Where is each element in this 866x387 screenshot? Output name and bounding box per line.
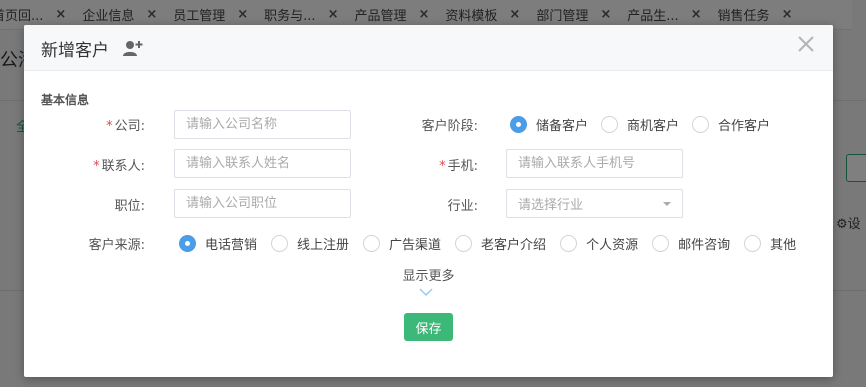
section-title: 基本信息 (41, 93, 90, 107)
industry-label: 行业: (447, 199, 478, 214)
show-more-link[interactable]: 显示更多 (24, 265, 833, 284)
radio-label: 商机客户 (627, 119, 680, 134)
add-customer-dialog: 新增客户 基本信息 *公司: 客户阶段: 储备客户 商机客户 合作客户 *联系人… (24, 25, 833, 377)
source-option-telemarketing[interactable]: 电话营销 (179, 234, 257, 253)
save-button[interactable]: 保存 (404, 313, 453, 341)
source-option-ad-channel[interactable]: 广告渠道 (363, 234, 441, 253)
stage-label: 客户阶段: (421, 119, 478, 134)
source-label: 客户来源: (88, 238, 145, 253)
source-option-referral[interactable]: 老客户介绍 (455, 234, 546, 253)
add-user-icon (123, 41, 143, 56)
company-label: * 公司: (106, 115, 145, 134)
source-radio-group: 电话营销 线上注册 广告渠道 老客户介绍 个人资源 邮件咨询 其他 (179, 234, 796, 253)
radio-dot (692, 116, 710, 133)
industry-select[interactable]: 请选择行业 (506, 189, 683, 218)
radio-dot (455, 235, 473, 252)
radio-label: 其他 (770, 238, 797, 253)
contact-label: * 联系人: (93, 155, 145, 174)
stage-radio-group: 储备客户 商机客户 合作客户 (510, 115, 770, 134)
position-label: 职位: (114, 199, 145, 214)
contact-label-text: 联系人: (101, 159, 145, 174)
phone-input[interactable] (506, 149, 683, 178)
radio-dot (560, 235, 578, 252)
stage-option-partner[interactable]: 合作客户 (692, 115, 770, 134)
chevron-down-icon (663, 201, 671, 206)
radio-label: 合作客户 (718, 119, 771, 134)
source-option-email[interactable]: 邮件咨询 (652, 234, 730, 253)
company-input[interactable] (174, 110, 351, 139)
radio-label: 线上注册 (297, 238, 350, 253)
source-option-online-registration[interactable]: 线上注册 (271, 234, 349, 253)
required-mark: * (93, 159, 100, 174)
radio-dot (510, 116, 527, 133)
radio-label: 储备客户 (536, 119, 589, 134)
required-mark: * (106, 119, 113, 134)
dialog-title: 新增客户 (41, 41, 109, 61)
radio-dot (363, 235, 381, 252)
radio-dot (271, 235, 289, 252)
phone-label-text: 手机: (447, 159, 478, 174)
radio-dot (652, 235, 670, 252)
phone-label: * 手机: (439, 155, 478, 174)
contact-name-input[interactable] (174, 149, 351, 178)
required-mark: * (439, 159, 446, 174)
source-option-other[interactable]: 其他 (744, 234, 796, 253)
radio-dot (601, 116, 619, 133)
stage-option-reserve[interactable]: 储备客户 (510, 115, 588, 134)
radio-dot (744, 235, 762, 252)
industry-placeholder: 请选择行业 (518, 198, 584, 213)
position-input[interactable] (174, 189, 351, 218)
radio-dot (179, 235, 196, 252)
radio-label: 邮件咨询 (678, 238, 731, 253)
radio-label: 个人资源 (586, 238, 639, 253)
stage-option-opportunity[interactable]: 商机客户 (601, 115, 679, 134)
radio-label: 广告渠道 (389, 238, 442, 253)
radio-label: 电话营销 (205, 238, 258, 253)
source-option-personal[interactable]: 个人资源 (560, 234, 638, 253)
close-icon[interactable] (796, 34, 816, 54)
radio-label: 老客户介绍 (481, 238, 547, 253)
company-label-text: 公司: (114, 119, 145, 134)
chevron-down-icon[interactable] (419, 287, 433, 297)
dialog-header: 新增客户 (24, 25, 833, 71)
